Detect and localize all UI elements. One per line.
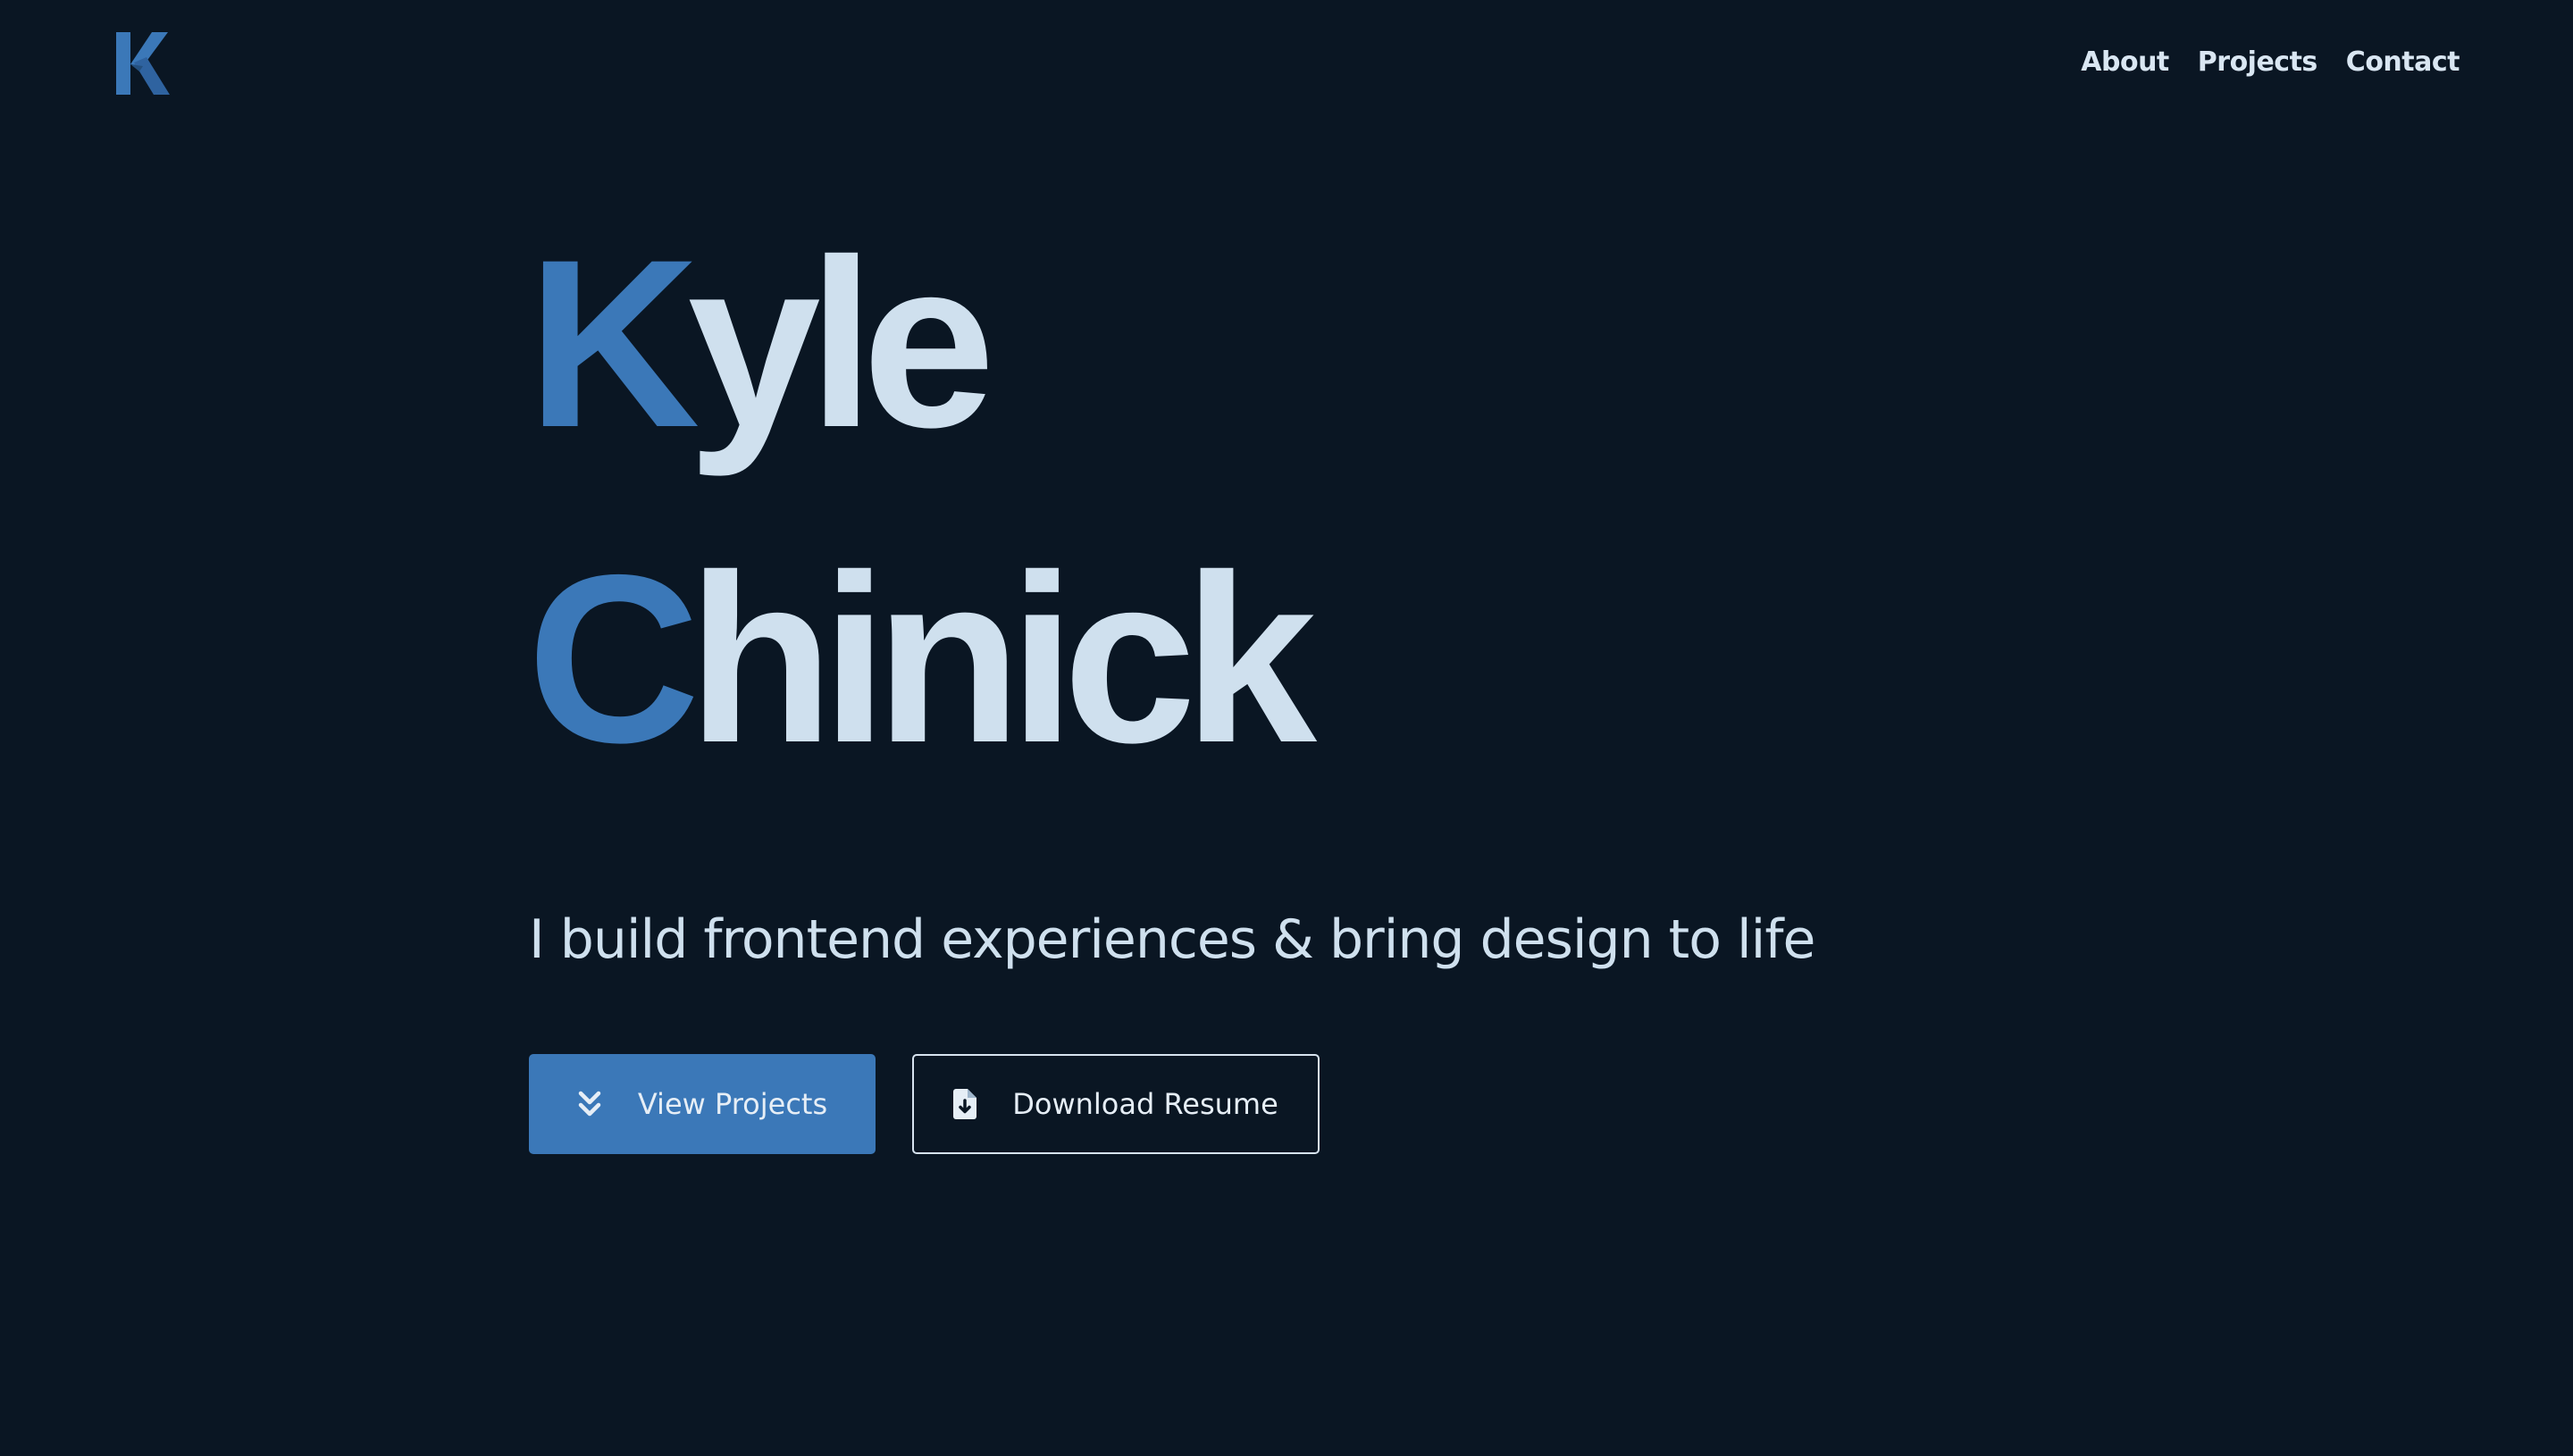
- last-name-rest: hinick: [687, 524, 1317, 792]
- site-logo[interactable]: [116, 30, 172, 96]
- chevrons-down-icon: [578, 1091, 601, 1117]
- view-projects-label: View Projects: [637, 1087, 828, 1121]
- main-nav: About Projects Contact: [2081, 43, 2460, 82]
- last-name-initial: C: [527, 524, 700, 792]
- hero-last-name: Chinick: [527, 539, 1317, 778]
- view-projects-button[interactable]: View Projects: [529, 1054, 876, 1154]
- hero-first-name: Kyle: [527, 223, 995, 463]
- file-download-icon: [953, 1089, 977, 1119]
- download-resume-label: Download Resume: [1012, 1087, 1278, 1121]
- first-name-initial: K: [527, 209, 700, 477]
- first-name-rest: yle: [687, 209, 996, 477]
- nav-link-about[interactable]: About: [2081, 43, 2169, 82]
- hero-tagline: I build frontend experiences & bring des…: [529, 908, 1815, 971]
- nav-link-contact[interactable]: Contact: [2346, 43, 2460, 82]
- download-resume-button[interactable]: Download Resume: [912, 1054, 1320, 1154]
- k-monogram-logo-icon: [116, 32, 170, 95]
- nav-link-projects[interactable]: Projects: [2198, 43, 2318, 82]
